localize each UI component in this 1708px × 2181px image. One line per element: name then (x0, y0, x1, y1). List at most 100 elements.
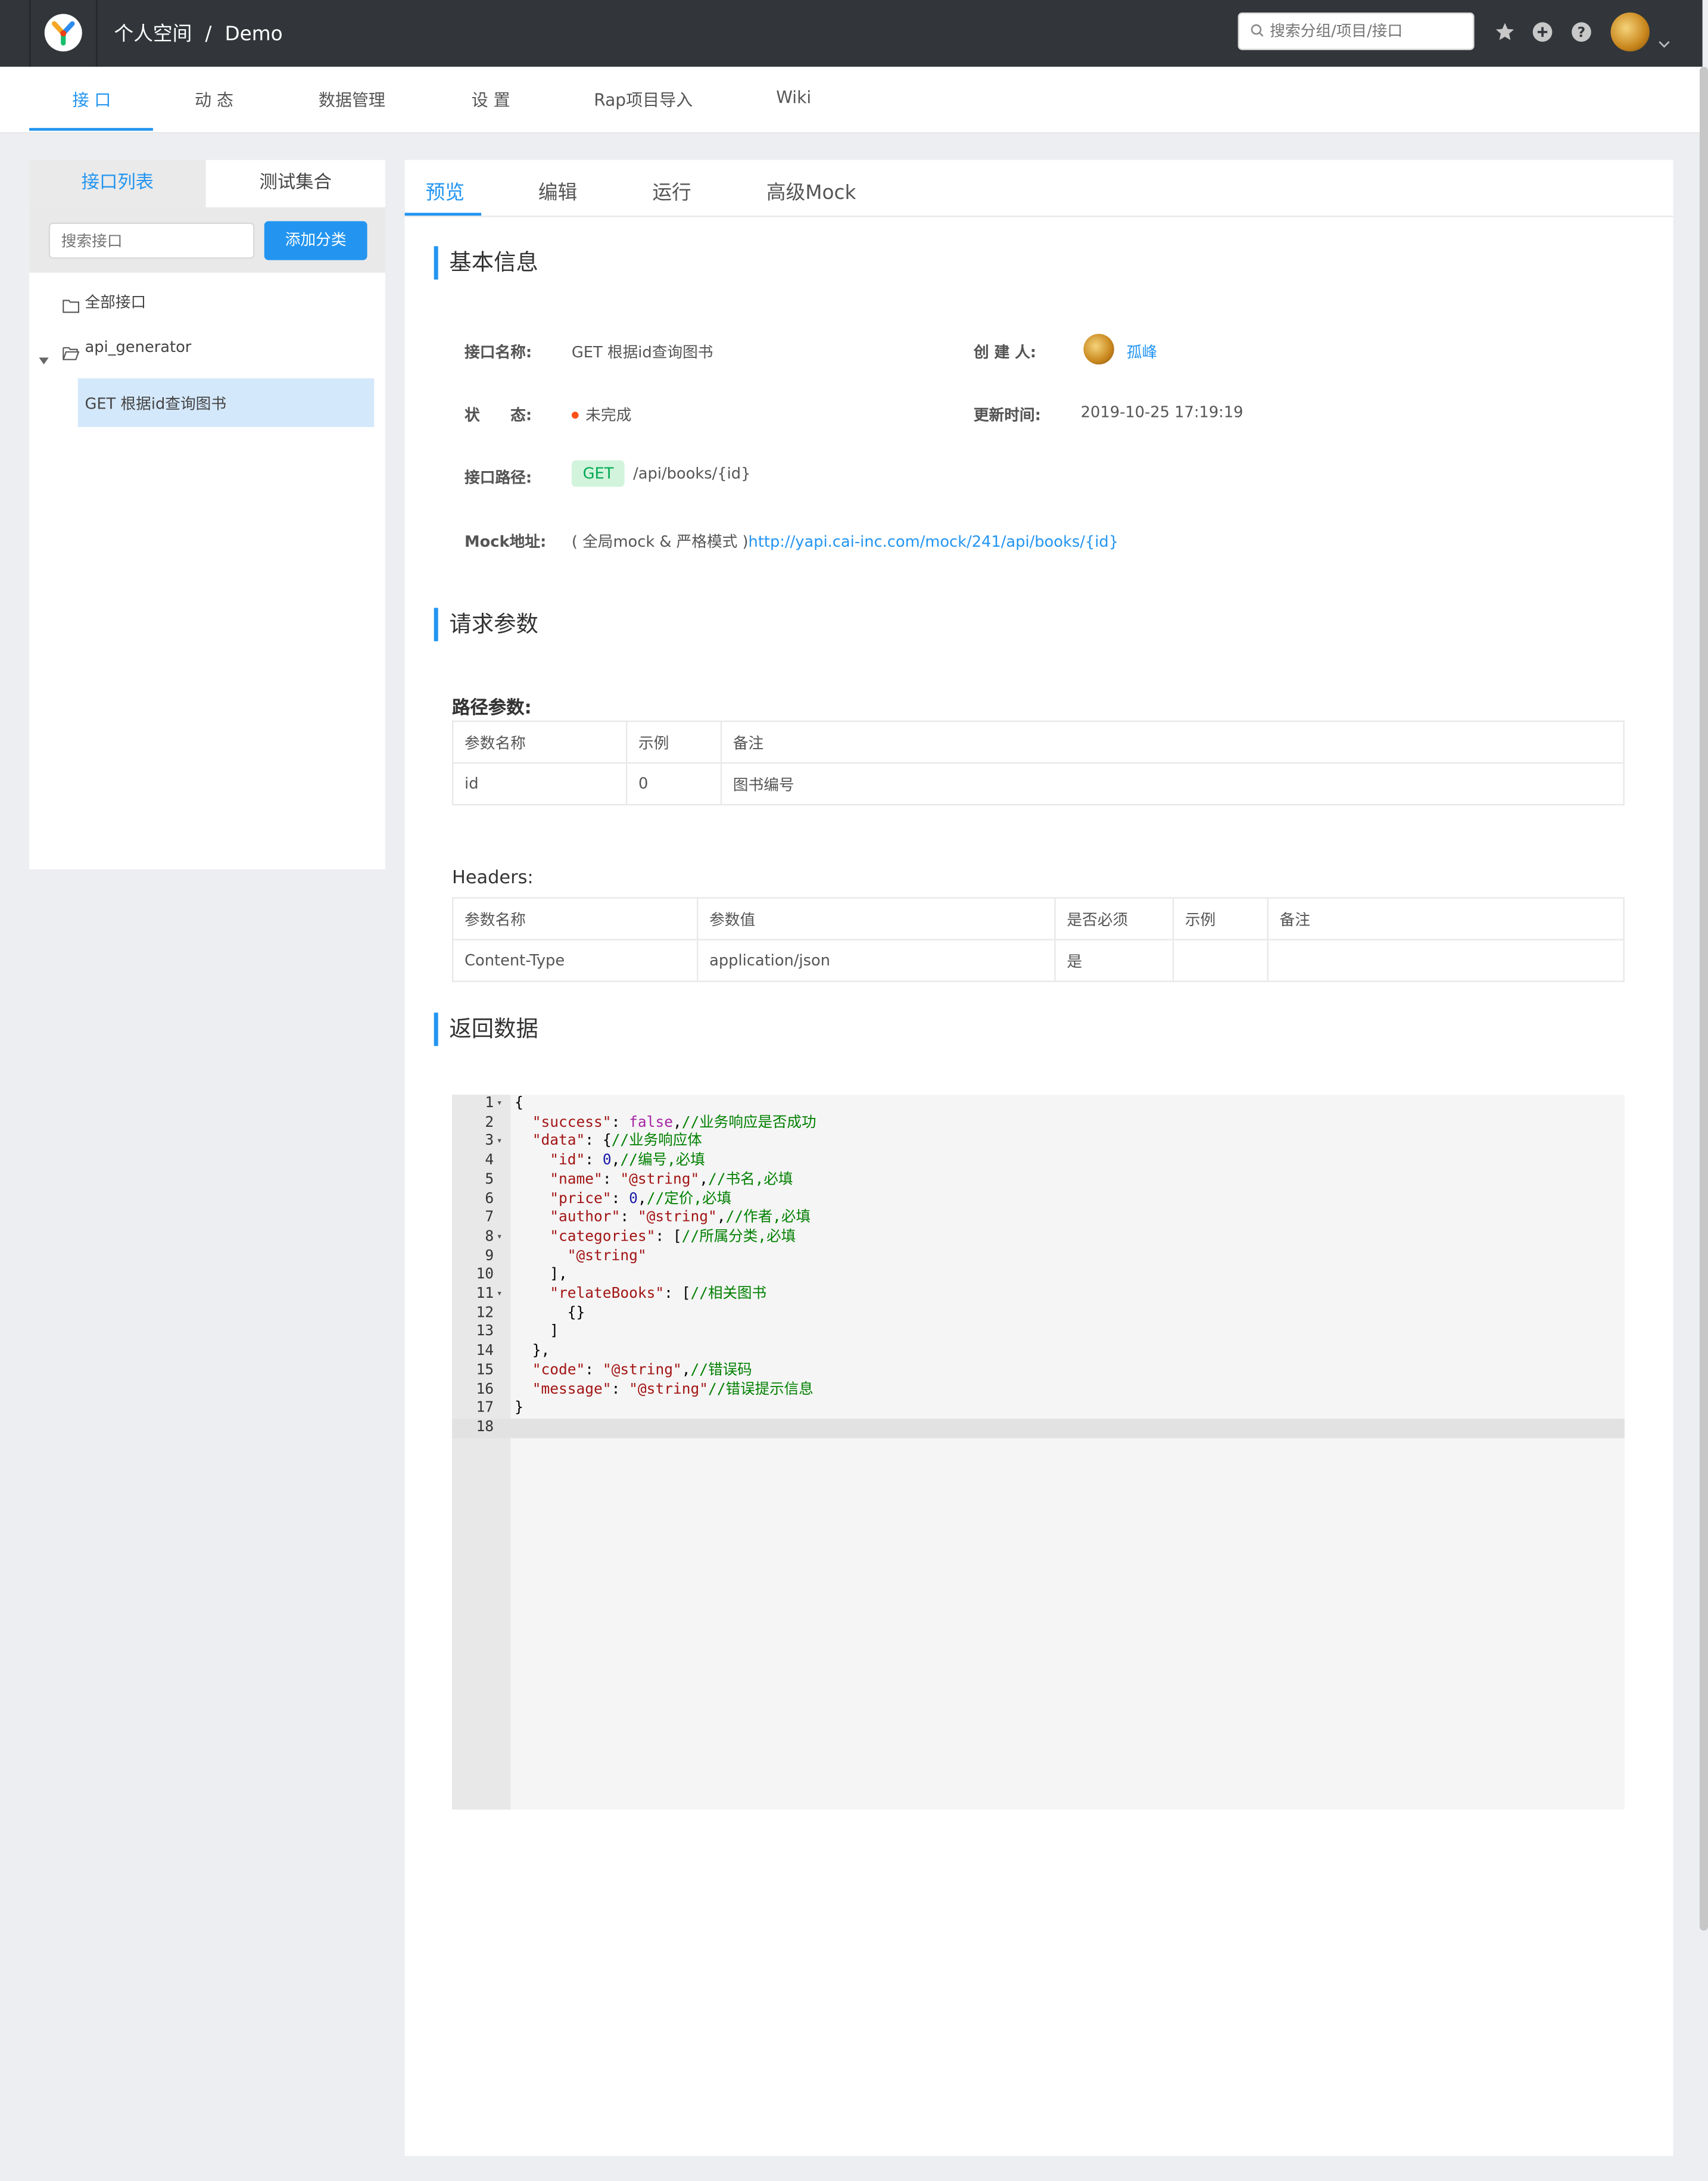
table-header-cell: 参数名称 (453, 721, 627, 764)
json-key: "id" (550, 1152, 585, 1169)
line-number: 2 (485, 1114, 494, 1131)
code-text: }, (515, 1342, 550, 1361)
global-search-input[interactable] (1270, 19, 1465, 43)
line-number: 3 (485, 1133, 494, 1150)
mock-url-link[interactable]: http://yapi.cai-inc.com/mock/241/api/boo… (749, 532, 1119, 550)
line-number: 16 (476, 1380, 494, 1398)
line-number: 10 (476, 1266, 494, 1283)
fold-icon[interactable]: ▾ (497, 1228, 503, 1247)
value-interface-name: GET 根据id查询图书 (571, 343, 713, 362)
line-number: 18 (476, 1418, 494, 1435)
json-key: "categories" (550, 1227, 656, 1245)
status-badge: 未完成 (571, 403, 632, 425)
path-text: /api/books/{id} (633, 465, 751, 483)
creator-avatar[interactable] (1083, 334, 1114, 364)
code-text: "author": "@string",//作者,必填 (550, 1208, 811, 1226)
table-cell: 是 (1054, 939, 1173, 982)
response-code-editor[interactable]: 1 ▾{ 2 "success": false,//业务响应是否成功 3 ▾ "da… (452, 1095, 1625, 1810)
code-text: "relateBooks": [//相关图书 (550, 1285, 767, 1303)
table-header-cell: 是否必须 (1054, 898, 1173, 940)
line-number: 4 (485, 1152, 494, 1169)
interface-sidebar: 接口列表 测试集合 添加分类 全部接口 api_generator GET 根据… (29, 160, 385, 870)
add-category-button[interactable]: 添加分类 (264, 221, 367, 260)
svg-text:?: ? (1578, 24, 1586, 40)
caret-down-icon[interactable] (39, 344, 49, 370)
json-comment: //编号,必填 (620, 1152, 705, 1169)
tree-item-all[interactable]: 全部接口 (85, 291, 146, 313)
table-cell: 0 (625, 763, 721, 805)
table-cell: Content-Type (465, 951, 565, 970)
plus-circle-icon[interactable] (1531, 21, 1553, 43)
tree-category-api-generator[interactable]: api_generator (85, 338, 191, 356)
mock-url: ( 全局mock & 严格模式 )http://yapi.cai-inc.com… (572, 530, 1118, 552)
fold-icon[interactable]: ▾ (497, 1095, 503, 1114)
help-icon[interactable]: ? (1570, 21, 1592, 43)
interface-detail: 预览 编辑 运行 高级Mock 基本信息 接口名称: GET 根据id查询图书 … (404, 160, 1673, 2157)
table-header-cell: 参数值 (697, 898, 1055, 940)
tab-preview[interactable]: 预览 (426, 178, 465, 206)
tab-interface[interactable]: 接 口 (72, 88, 111, 111)
table-header-row: 参数名称 示例 备注 (453, 721, 1624, 764)
tree-item-selected[interactable]: GET 根据id查询图书 (77, 378, 375, 427)
section-basic-info: 基本信息 (434, 246, 538, 280)
tab-divider (404, 216, 1673, 217)
breadcrumb-project[interactable]: Demo (225, 24, 282, 46)
section-response-data: 返回数据 (434, 1012, 538, 1046)
breadcrumb-group[interactable]: 个人空间 (114, 24, 192, 46)
tab-test-collection[interactable]: 测试集合 (205, 160, 385, 207)
table-header-cell: 备注 (1267, 898, 1624, 940)
tab-rap-import[interactable]: Rap项目导入 (594, 88, 693, 111)
logo[interactable] (29, 0, 98, 67)
fold-icon[interactable]: ▾ (497, 1133, 503, 1152)
interface-search-input[interactable] (61, 230, 242, 252)
code-text: {} (515, 1304, 585, 1323)
json-comment: //业务响应体 (611, 1133, 702, 1150)
line-number: 14 (476, 1342, 494, 1360)
tab-interface-list[interactable]: 接口列表 (29, 160, 206, 207)
json-key: "name" (550, 1171, 603, 1188)
table-header-cell: 示例 (1172, 898, 1268, 940)
search-icon (1251, 24, 1264, 37)
tab-run[interactable]: 运行 (652, 178, 691, 206)
code-text: { (515, 1095, 523, 1112)
json-punct: }, (532, 1342, 550, 1360)
json-comment: //作者,必填 (725, 1208, 811, 1226)
code-text: "@string" (515, 1247, 647, 1266)
active-code-line (452, 1419, 1625, 1438)
json-key: "author" (550, 1208, 621, 1226)
chevron-down-icon[interactable] (1658, 28, 1670, 54)
table-header-cell: 参数名称 (453, 898, 698, 940)
headers-title: Headers: (452, 868, 534, 889)
json-value: 0 (629, 1190, 638, 1207)
table-cell: id (465, 774, 479, 793)
headers-table: 参数名称 参数值 是否必须 示例 备注 Content-Type applica… (452, 897, 1625, 982)
json-comment: //错误码 (690, 1361, 752, 1379)
path-params-table: 参数名称 示例 备注 id 0 图书编号 (452, 720, 1625, 806)
tab-activity[interactable]: 动 态 (195, 88, 233, 111)
global-search[interactable] (1238, 13, 1475, 51)
tab-edit[interactable]: 编辑 (538, 178, 577, 206)
status-text: 未完成 (585, 406, 632, 425)
sidebar-toolbar: 添加分类 (29, 207, 385, 273)
json-key: "code" (532, 1361, 585, 1379)
tab-wiki[interactable]: Wiki (776, 88, 811, 107)
fold-icon[interactable]: ▾ (497, 1285, 503, 1304)
interface-search[interactable] (48, 222, 255, 259)
page-scrollbar[interactable] (1699, 67, 1708, 1931)
method-badge: GET (571, 460, 625, 487)
label-interface-path: 接口路径: (465, 469, 532, 487)
interface-path: GET/api/books/{id} (571, 460, 751, 487)
code-text: "success": false,//业务响应是否成功 (532, 1114, 816, 1131)
tab-settings[interactable]: 设 置 (472, 88, 510, 111)
tab-data-management[interactable]: 数据管理 (319, 88, 385, 111)
json-value: "@string" (602, 1361, 682, 1379)
creator-link[interactable]: 孤峰 (1127, 341, 1157, 363)
line-number: 17 (476, 1399, 494, 1416)
tab-advanced-mock[interactable]: 高级Mock (766, 178, 856, 206)
tree-interface-item[interactable]: GET 根据id查询图书 (85, 392, 226, 415)
line-number: 12 (476, 1304, 494, 1321)
table-row: Content-Type application/json 是 (453, 939, 1624, 982)
star-icon[interactable] (1494, 21, 1516, 43)
line-number: 1 (485, 1095, 494, 1112)
avatar[interactable] (1610, 13, 1650, 52)
